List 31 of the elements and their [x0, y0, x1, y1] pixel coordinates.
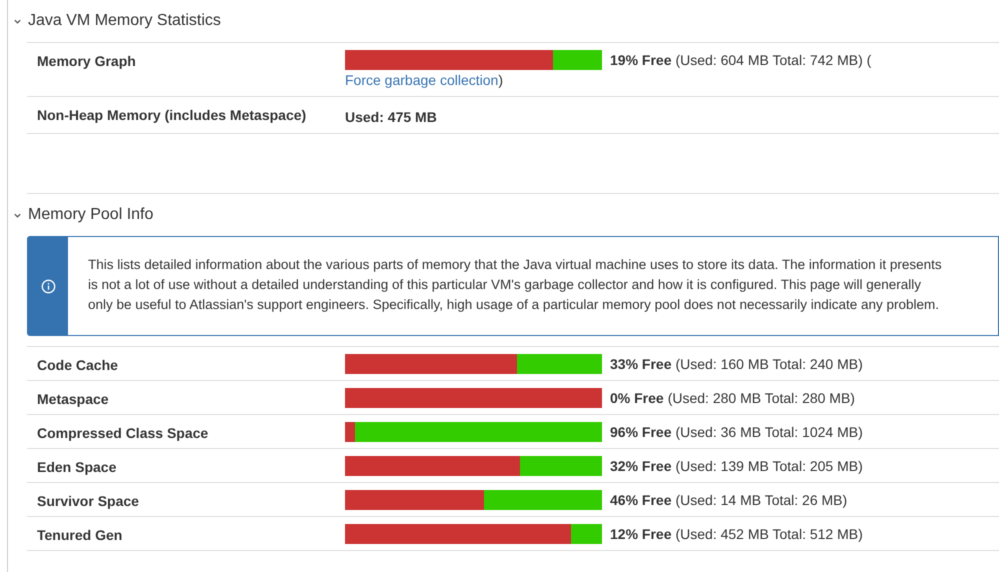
free-percent: 19% Free — [610, 52, 672, 68]
info-text: This lists detailed information about the various parts of memory that the Java virtual machine uses to store its data. The information it presents is not a lot of use without a detailed understanding of this particular VM's garbage collector and how it is configured. This page will generally only be useful to Atlassian's support engineers. Specifically, high usage of a particular memory pool does not necessarily indicate any problem. — [87, 256, 943, 314]
row-label: Tenured Gen — [36, 526, 124, 545]
row-label: Survivor Space — [36, 492, 140, 511]
closing-paren: ) — [498, 72, 503, 88]
section-title: Memory Pool Info — [28, 206, 154, 224]
usage-detail: (Used: 280 MB Total: 280 MB) — [668, 390, 855, 406]
row-label: Memory Graph — [36, 52, 137, 71]
free-percent: 12% Free — [610, 526, 672, 542]
row-label: Non-Heap Memory (includes Metaspace) — [36, 106, 308, 125]
row-label: Code Cache — [36, 356, 119, 375]
row-value: Used: 475 MB — [345, 108, 437, 127]
usage-detail: (Used: 452 MB Total: 512 MB) — [675, 526, 863, 542]
info-icon — [40, 278, 56, 294]
usage-detail: (Used: 160 MB Total: 240 MB) — [675, 356, 863, 372]
free-percent: 32% Free — [610, 458, 672, 474]
chevron-icon[interactable] — [13, 16, 22, 26]
row-label: Eden Space — [36, 458, 118, 477]
section-title: Java VM Memory Statistics — [28, 12, 221, 30]
usage-detail: (Used: 139 MB Total: 205 MB) — [675, 458, 863, 474]
force-gc-link[interactable]: Force garbage collection — [345, 72, 498, 88]
usage-detail: (Used: 604 MB Total: 742 MB) ( — [675, 52, 872, 68]
row-label: Metaspace — [36, 390, 110, 409]
free-percent: 96% Free — [610, 424, 672, 440]
free-percent: 46% Free — [610, 492, 672, 508]
row-label: Compressed Class Space — [36, 424, 210, 443]
free-percent: 33% Free — [610, 356, 672, 372]
usage-detail: (Used: 14 MB Total: 26 MB) — [675, 492, 848, 508]
chevron-icon[interactable] — [13, 210, 22, 220]
free-percent: 0% Free — [610, 390, 664, 406]
usage-detail: (Used: 36 MB Total: 1024 MB) — [675, 424, 863, 440]
